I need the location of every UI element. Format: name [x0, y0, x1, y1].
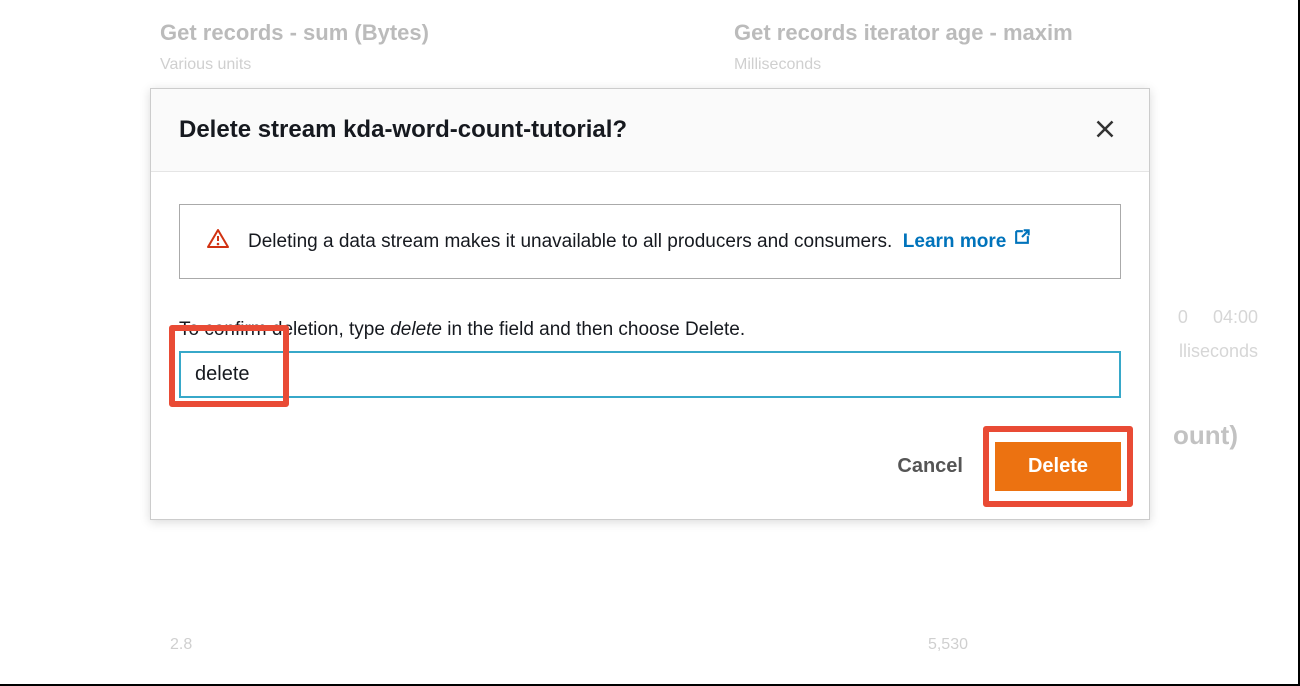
- delete-button[interactable]: Delete: [995, 442, 1121, 491]
- learn-more-label: Learn more: [903, 227, 1006, 256]
- close-icon: [1095, 115, 1115, 145]
- modal-title: Delete stream kda-word-count-tutorial?: [179, 116, 627, 144]
- close-button[interactable]: [1089, 111, 1121, 149]
- delete-stream-modal: Delete stream kda-word-count-tutorial? D…: [150, 88, 1150, 520]
- cancel-button[interactable]: Cancel: [889, 443, 971, 490]
- confirm-delete-input[interactable]: [179, 351, 1121, 398]
- warning-triangle-icon: [206, 227, 230, 251]
- confirm-instruction: To confirm deletion, type delete in the …: [179, 319, 1121, 341]
- modal-body: Deleting a data stream makes it unavaila…: [151, 172, 1149, 422]
- warning-box: Deleting a data stream makes it unavaila…: [179, 204, 1121, 279]
- warning-text: Deleting a data stream makes it unavaila…: [248, 227, 1032, 256]
- modal-header: Delete stream kda-word-count-tutorial?: [151, 89, 1149, 172]
- modal-footer: Cancel Delete: [151, 422, 1149, 519]
- learn-more-link[interactable]: Learn more: [903, 227, 1032, 256]
- external-link-icon: [1012, 227, 1032, 256]
